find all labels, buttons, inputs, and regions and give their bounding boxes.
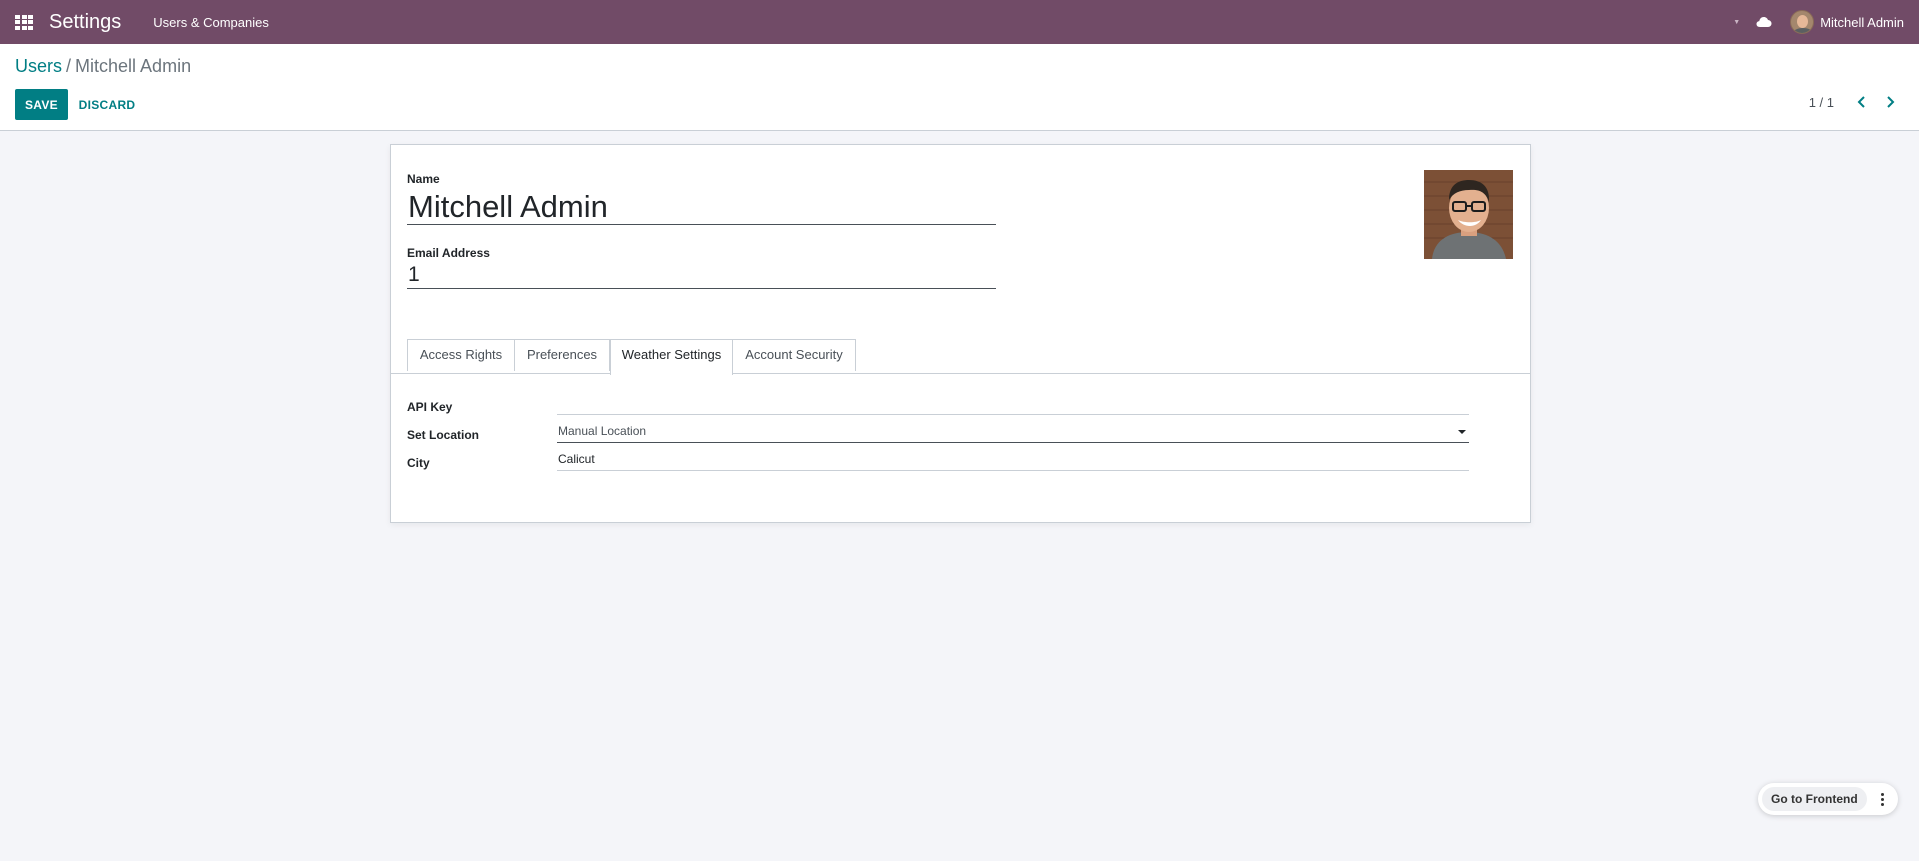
avatar[interactable] (1790, 10, 1815, 34)
frontend-bubble: Go to Frontend (1758, 783, 1898, 815)
discard-button[interactable]: DISCARD (72, 89, 142, 120)
chevron-right-icon[interactable] (1882, 94, 1898, 110)
apps-menu-icon[interactable] (15, 14, 33, 30)
api-key-label: API Key (407, 400, 453, 414)
top-navbar: Settings Users & Companies ▼ Mitchell Ad… (0, 0, 1919, 44)
set-location-value: Manual Location (558, 424, 647, 438)
form-tabs: Access Rights Preferences Weather Settin… (391, 339, 1530, 375)
kebab-menu-icon[interactable] (1874, 791, 1890, 807)
user-menu-name[interactable]: Mitchell Admin (1820, 15, 1904, 30)
form-sheet: Name Mitchell Admin Email Address 1 Acce… (390, 144, 1531, 523)
menu-item-users-companies[interactable]: Users & Companies (153, 15, 269, 30)
pager-value[interactable]: 1 / 1 (1809, 95, 1834, 110)
chevron-left-icon[interactable] (1854, 94, 1870, 110)
app-title[interactable]: Settings (49, 11, 121, 34)
name-label: Name (407, 172, 440, 186)
set-location-select[interactable]: Manual Location (557, 421, 1469, 443)
breadcrumb: Users / Mitchell Admin (15, 56, 191, 77)
api-key-field[interactable] (557, 393, 1469, 415)
tab-preferences[interactable]: Preferences (515, 339, 610, 371)
tab-access-rights[interactable]: Access Rights (407, 339, 515, 371)
breadcrumb-separator: / (66, 56, 72, 76)
cloud-icon[interactable] (1756, 16, 1772, 28)
tab-weather-settings[interactable]: Weather Settings (610, 339, 733, 375)
control-panel: Users / Mitchell Admin SAVE DISCARD 1 / 1 (0, 44, 1919, 131)
name-field[interactable]: Mitchell Admin (407, 188, 996, 225)
tab-account-security[interactable]: Account Security (733, 339, 856, 371)
user-photo-image (1424, 170, 1513, 259)
user-photo[interactable] (1424, 170, 1513, 259)
email-label: Email Address (407, 246, 490, 260)
set-location-label: Set Location (407, 428, 480, 442)
email-field[interactable]: 1 (407, 262, 996, 289)
chevron-down-icon[interactable]: ▼ (1733, 19, 1740, 26)
breadcrumb-current: Mitchell Admin (75, 56, 192, 76)
breadcrumb-users-link[interactable]: Users (15, 56, 62, 76)
caret-down-icon (1458, 430, 1466, 434)
city-label: City (407, 456, 430, 470)
city-field[interactable]: Calicut (557, 449, 1469, 471)
save-button[interactable]: SAVE (15, 89, 68, 120)
go-to-frontend-button[interactable]: Go to Frontend (1762, 787, 1867, 811)
